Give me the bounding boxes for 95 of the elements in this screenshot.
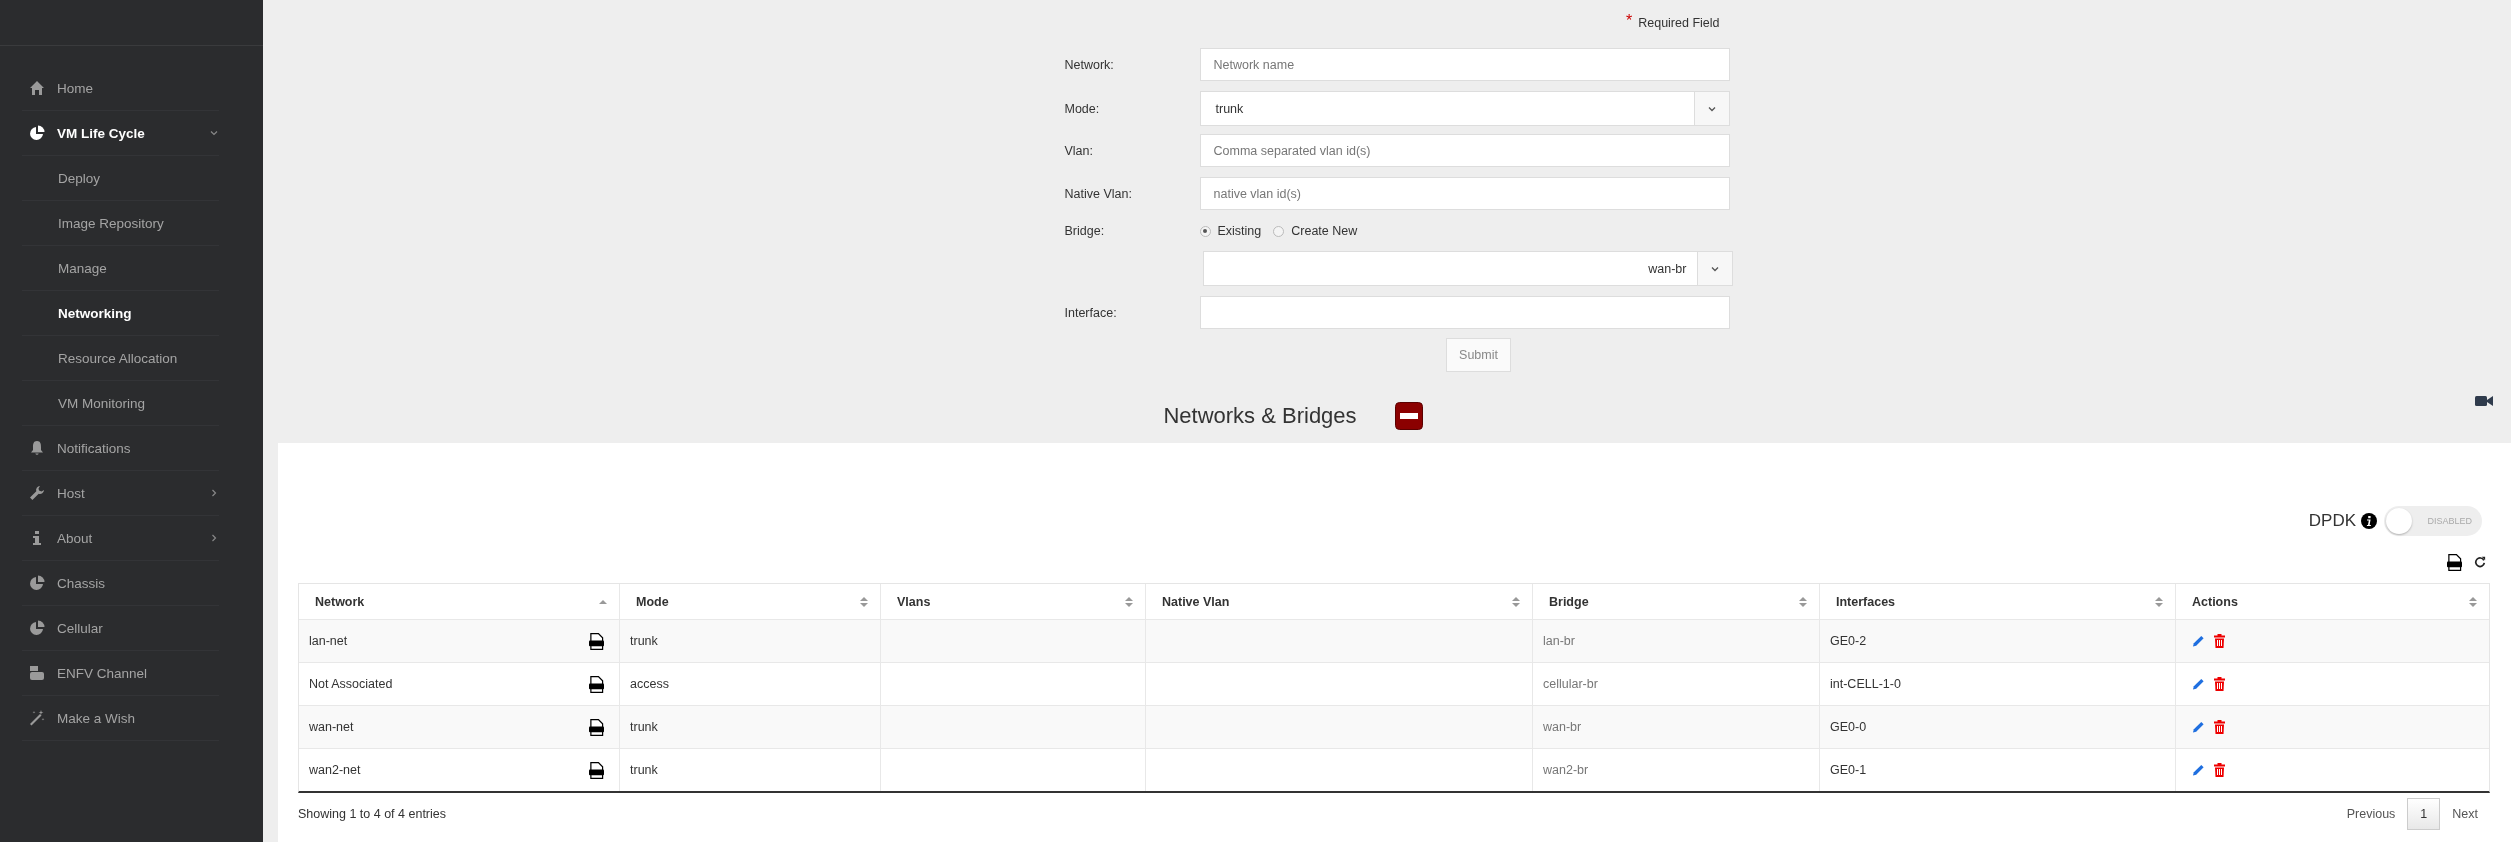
- text-input-field[interactable]: Network name: [1199, 48, 1730, 81]
- chevron-right-icon: [209, 488, 219, 498]
- sidebar-item-label: Make a Wish: [57, 710, 137, 726]
- sidebar-item[interactable]: Host: [22, 471, 219, 516]
- field-label: Bridge:: [1064, 224, 1106, 238]
- sidebar-item[interactable]: Chassis: [22, 561, 219, 606]
- required-asterisk: *: [1625, 14, 1633, 28]
- document-icon[interactable]: [2447, 553, 2462, 571]
- sidebar-subitem[interactable]: Image Repository: [22, 201, 219, 246]
- sidebar-item-label: Notifications: [57, 440, 132, 456]
- text-input-field[interactable]: [1199, 296, 1730, 329]
- sidebar-item[interactable]: Cellular: [22, 606, 219, 651]
- table-cell: trunk: [630, 763, 658, 777]
- radio-option[interactable]: Create New: [1273, 224, 1358, 238]
- info-icon[interactable]: [2361, 513, 2377, 529]
- delete-trash-icon[interactable]: [2213, 634, 2226, 648]
- sidebar-item[interactable]: ENFV Channel: [22, 651, 219, 696]
- field-label: Interface:: [1064, 305, 1118, 320]
- table-cell: GE0-1: [1830, 763, 1867, 777]
- sidebar-subitem[interactable]: Resource Allocation: [22, 336, 219, 381]
- table-cell: wan-net: [309, 720, 354, 734]
- dropdown-select[interactable]: wan-br: [1202, 251, 1733, 286]
- sidebar-item-label: About: [57, 530, 94, 546]
- previous-page-link[interactable]: Previous: [2334, 798, 2408, 830]
- table-cell: wan2-br: [1543, 763, 1589, 777]
- document-icon[interactable]: [589, 632, 604, 650]
- table-cell: Not Associated: [309, 677, 393, 691]
- refresh-icon[interactable]: [2474, 556, 2486, 568]
- sidebar-subitem[interactable]: Manage: [22, 246, 219, 291]
- document-icon[interactable]: [589, 675, 604, 693]
- sidebar-item-label: Home: [57, 80, 94, 96]
- section-title: Networks & Bridges: [1163, 403, 1357, 429]
- radio-label: Create New: [1291, 224, 1358, 238]
- next-page-link[interactable]: Next: [2440, 798, 2490, 830]
- delete-trash-icon[interactable]: [2213, 720, 2226, 734]
- field-label: Vlan:: [1064, 143, 1094, 158]
- wrench-icon: [29, 485, 45, 501]
- sidebar-subitem[interactable]: Networking: [22, 291, 219, 336]
- field-label: Mode:: [1064, 101, 1101, 116]
- radio-button[interactable]: [1273, 225, 1285, 237]
- chevron-down-icon: [209, 128, 219, 138]
- magic-wand-icon: [29, 710, 45, 726]
- sidebar-item-label: ENFV Channel: [57, 665, 149, 681]
- column-header[interactable]: Actions: [2176, 584, 2489, 619]
- dpdk-label: DPDK: [2308, 511, 2356, 531]
- radio-option[interactable]: Existing: [1199, 224, 1262, 238]
- sidebar-subitem[interactable]: Deploy: [22, 156, 219, 201]
- pie-chart-icon: [29, 125, 45, 141]
- table-cell: wan-br: [1543, 720, 1582, 734]
- dropdown-select[interactable]: trunk: [1199, 91, 1730, 126]
- required-field-note: Required Field: [1638, 15, 1720, 32]
- sidebar-item[interactable]: Notifications: [22, 426, 219, 471]
- sidebar-item[interactable]: VM Life Cycle: [22, 111, 219, 156]
- sidebar-item[interactable]: Make a Wish: [22, 696, 219, 741]
- table-cell: GE0-0: [1830, 720, 1867, 734]
- edit-pencil-icon[interactable]: [2192, 634, 2205, 648]
- video-camera-icon[interactable]: [2475, 395, 2493, 407]
- delete-trash-icon[interactable]: [2213, 677, 2226, 691]
- pie-chart-icon: [29, 575, 45, 591]
- sidebar-item-label: Chassis: [57, 575, 106, 591]
- sidebar-subitem[interactable]: VM Monitoring: [22, 381, 219, 426]
- pie-chart-icon: [29, 620, 45, 636]
- page-number-button[interactable]: 1: [2407, 798, 2441, 830]
- table-cell: trunk: [630, 720, 658, 734]
- edit-pencil-icon[interactable]: [2192, 763, 2205, 777]
- table-cell: GE0-2: [1830, 634, 1867, 648]
- document-icon[interactable]: [589, 718, 604, 736]
- edit-pencil-icon[interactable]: [2192, 677, 2205, 691]
- table-info-text: Showing 1 to 4 of 4 entries: [298, 807, 446, 821]
- table-cell: wan2-net: [309, 763, 361, 777]
- table-cell: cellular-br: [1543, 677, 1598, 691]
- sidebar-item[interactable]: Home: [22, 66, 219, 111]
- radio-button[interactable]: [1199, 225, 1211, 237]
- chevron-right-icon: [209, 533, 219, 543]
- table-cell: trunk: [630, 634, 658, 648]
- collapse-minus-icon[interactable]: [1394, 402, 1423, 430]
- text-input-field[interactable]: native vlan id(s): [1199, 177, 1730, 210]
- submit-button[interactable]: Submit: [1446, 338, 1511, 372]
- field-label: Network:: [1064, 57, 1115, 72]
- table-cell: access: [630, 677, 669, 691]
- field-label: Native Vlan:: [1064, 186, 1133, 201]
- bell-icon: [29, 440, 45, 456]
- home-icon: [29, 80, 45, 96]
- document-icon[interactable]: [589, 761, 604, 779]
- table-cell: int-CELL-1-0: [1830, 677, 1901, 691]
- delete-trash-icon[interactable]: [2213, 763, 2226, 777]
- sidebar-item[interactable]: About: [22, 516, 219, 561]
- sidebar-item-label: Cellular: [57, 620, 104, 636]
- sidebar-item-label: Host: [57, 485, 86, 501]
- edit-pencil-icon[interactable]: [2192, 720, 2205, 734]
- sidebar-item-label: VM Life Cycle: [57, 125, 146, 141]
- text-input-field[interactable]: Comma separated vlan id(s): [1199, 134, 1730, 167]
- table-cell: lan-net: [309, 634, 348, 648]
- radio-label: Existing: [1217, 224, 1262, 238]
- table-cell: lan-br: [1543, 634, 1575, 648]
